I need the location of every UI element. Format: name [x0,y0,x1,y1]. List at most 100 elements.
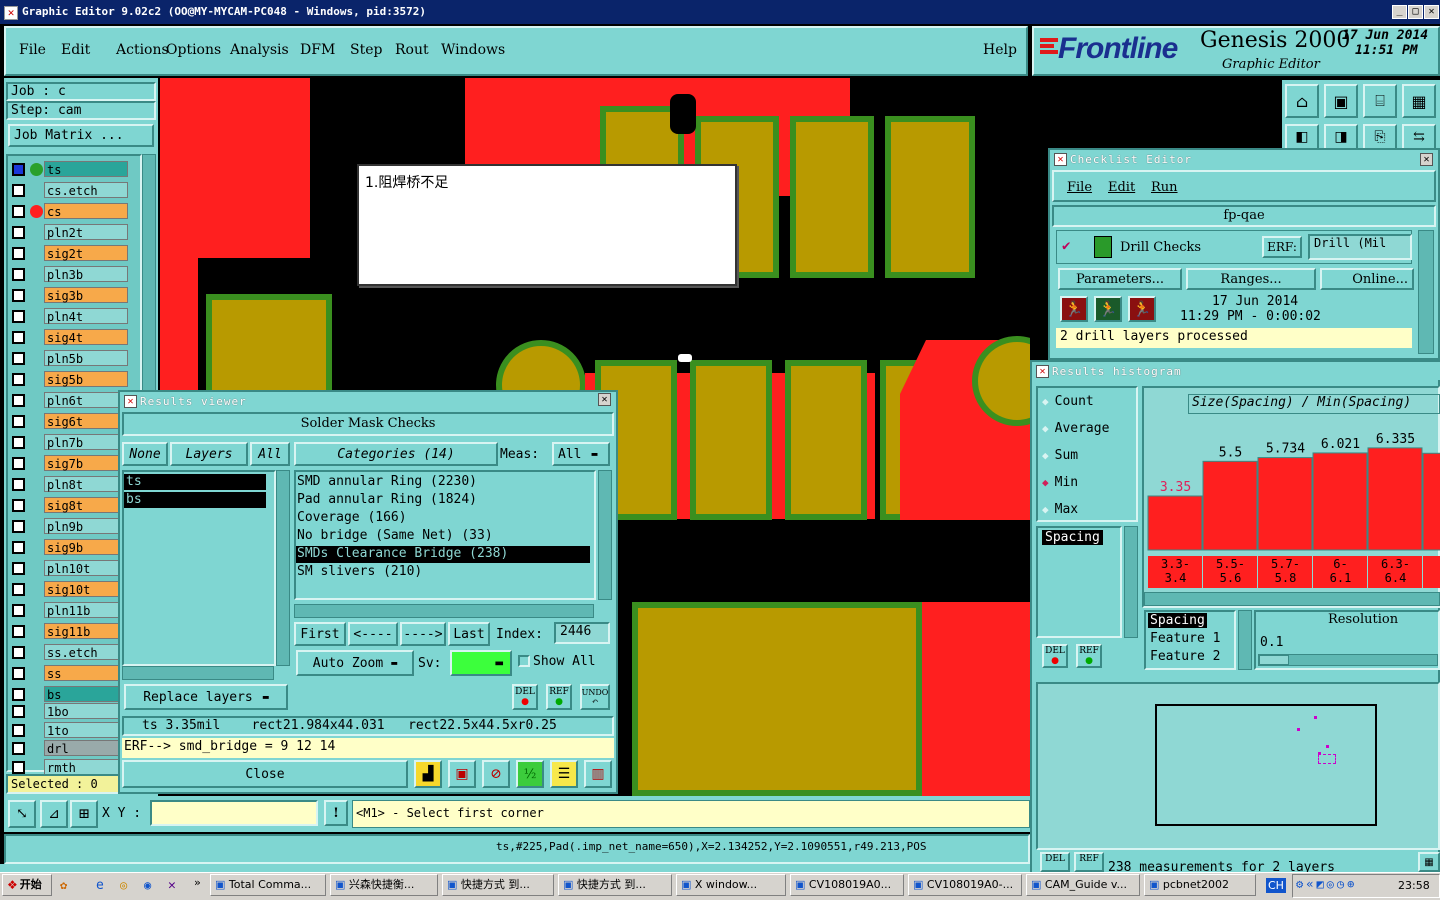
mode-sum[interactable]: ◆ Sum [1042,448,1078,463]
layer-checkbox[interactable] [12,436,25,449]
online-button[interactable]: Online... [1320,268,1414,290]
coord-input[interactable] [150,800,318,826]
filter-scrollbar[interactable] [1124,526,1138,638]
quicklaunch-icon-4[interactable]: ◉ [144,878,160,894]
menu-analysis[interactable]: Analysis [230,42,289,58]
layer-checkbox[interactable] [12,742,25,756]
results-layer-item[interactable]: bs [124,492,266,508]
layer-row[interactable]: pln10t [10,559,130,578]
run-icon-1[interactable]: 🏃 [1060,296,1088,322]
run-icon-3[interactable]: 🏃 [1128,296,1156,322]
category-hscroll[interactable] [294,604,594,618]
results-layer-item[interactable]: ts [124,474,266,490]
menu-edit[interactable]: Edit [61,42,90,58]
layer-checkbox[interactable] [12,705,25,718]
layer-row[interactable]: pln3b [10,265,130,284]
tray-icons[interactable]: ⚙«◩◎◷⊕ [1296,877,1357,891]
histogram-bar[interactable] [1202,460,1258,551]
layer-checkbox[interactable] [12,667,25,680]
layer-row[interactable]: ss.etch [10,643,130,662]
layer-checkbox[interactable] [12,583,25,596]
save-icon[interactable]: ▣ [1324,84,1358,118]
preview-del-button[interactable]: DEL [1040,852,1070,872]
layer-row[interactable]: pln7b [10,433,130,452]
results-tool-icon-2[interactable]: ▣ [448,760,476,788]
taskbar-item[interactable]: ▣ X window... [676,874,786,896]
checklist-scrollbar[interactable] [1418,230,1434,354]
histogram-chart[interactable]: 3.35 3.3-3.4 5.5 5.5-5.6 5.734 5.7-5.8 6.021 6-… [1146,414,1440,590]
layer-row[interactable]: sig5b [10,370,130,389]
factory-icon[interactable]: ⌸ [1363,84,1397,118]
menu-step[interactable]: Step [350,42,382,58]
layer-row[interactable]: sig9b [10,538,130,557]
layer-row[interactable]: ss [10,664,130,683]
layer-row[interactable]: ts [10,160,130,179]
toolbar-icon-7[interactable]: ⎘ [1363,124,1397,150]
menu-rout[interactable]: Rout [395,42,429,58]
check-mark-icon[interactable]: ✔ [1062,238,1070,254]
layer-checkbox[interactable] [12,646,25,659]
ranges-button[interactable]: Ranges... [1186,268,1316,290]
toolbar-icon-6[interactable]: ◨ [1324,124,1358,150]
layer-checkbox[interactable] [12,604,25,617]
layer-checkbox[interactable] [12,457,25,470]
layer-row[interactable]: drl [10,739,130,758]
layer-row[interactable]: cs [10,202,130,221]
layer-row[interactable]: pln9b [10,517,130,536]
last-button[interactable]: Last [448,622,490,646]
menu-dfm[interactable]: DFM [300,42,335,58]
layer-row[interactable]: sig2t [10,244,130,263]
window-icon[interactable]: ▦ [1402,84,1436,118]
layer-row[interactable]: 1bo [10,702,130,721]
preview-ref-button[interactable]: REF [1074,852,1104,872]
layer-row[interactable]: pln2t [10,223,130,242]
menu-help[interactable]: Help [983,42,1017,58]
layer-row[interactable]: pln11b [10,601,130,620]
erf-value[interactable]: Drill (Mil [1308,234,1412,260]
sv-color-dropdown[interactable]: ▬ [450,650,512,676]
menu-windows[interactable]: Windows [441,42,505,58]
parameters-button[interactable]: Parameters... [1058,268,1182,290]
toolbar-icon-8[interactable]: ⇆ [1402,124,1436,150]
home-icon[interactable]: ⌂ [1285,84,1319,118]
layers-button[interactable]: Layers [170,442,248,466]
menu-actions[interactable]: Actions [116,42,169,58]
histogram-bar[interactable] [1422,452,1440,551]
menu-file[interactable]: File [19,42,46,58]
taskbar-item[interactable]: ▣ 快捷方式 到... [558,874,672,896]
menu-options[interactable]: Options [166,42,221,58]
layer-row[interactable]: cs.etch [10,181,130,200]
layer-row[interactable]: sig10t [10,580,130,599]
category-item[interactable]: No bridge (Same Net) (33) [296,528,590,545]
layer-checkbox[interactable] [12,268,25,281]
toolbar-icon-5[interactable]: ◧ [1285,124,1319,150]
layer-row[interactable]: sig7b [10,454,130,473]
layer-checkbox[interactable] [12,310,25,323]
histogram-corner-button[interactable]: ▦ [1418,852,1440,872]
category-item[interactable]: SM slivers (210) [296,564,590,581]
run-icon-2[interactable]: 🏃 [1094,296,1122,322]
layer-checkbox[interactable] [12,625,25,638]
results-tool-icon-1[interactable]: ▟ [414,760,442,788]
histogram-bar[interactable] [1147,495,1203,551]
quicklaunch-icon-1[interactable]: ✿ [60,878,76,894]
layer-row[interactable]: sig3b [10,286,130,305]
histogram-bar[interactable] [1312,452,1368,551]
prev-button[interactable]: <---- [348,622,398,646]
layer-checkbox[interactable] [12,761,25,775]
layer-checkbox[interactable] [12,205,25,218]
checklist-menu-file[interactable]: File [1067,180,1092,195]
histogram-filter[interactable]: Spacing [1042,530,1103,545]
layer-checkbox[interactable] [12,499,25,512]
layer-row[interactable]: pln6t [10,391,130,410]
grid-icon[interactable]: ⊞ [70,800,98,828]
taskbar-item[interactable]: ▣ CAM_Guide v... [1026,874,1140,896]
mode-min[interactable]: ◆ Min [1042,475,1078,490]
layer-checkbox[interactable] [12,541,25,554]
layer-row[interactable]: sig8t [10,496,130,515]
ime-indicator[interactable]: CH [1266,878,1286,893]
taskbar-item[interactable]: ▣ CV108019A0-... [908,874,1022,896]
show-all-checkbox[interactable] [518,655,530,667]
results-tool-icon-3[interactable]: ⊘ [482,760,510,788]
results-del-button[interactable]: DEL ● [512,684,538,710]
